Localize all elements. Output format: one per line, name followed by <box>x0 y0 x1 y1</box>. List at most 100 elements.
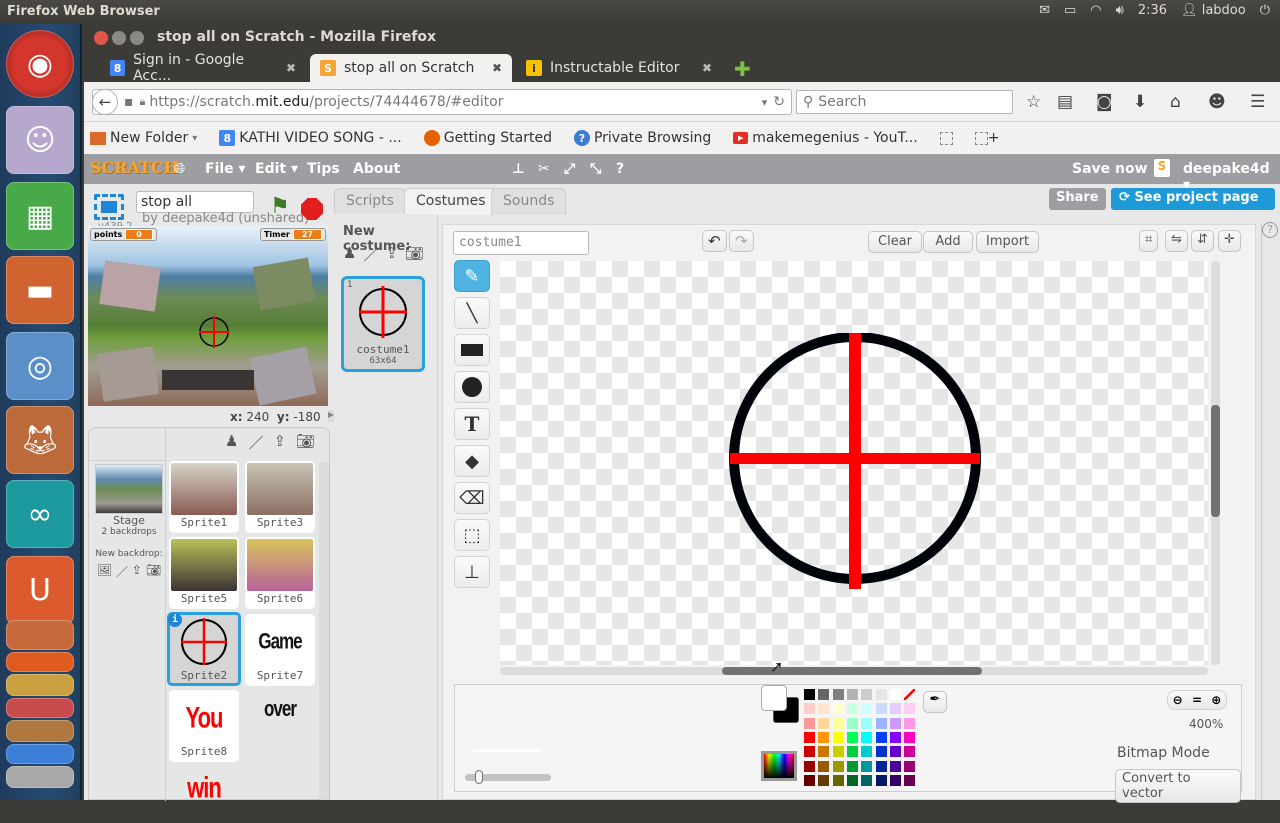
eraser-tool[interactable]: ⌫ <box>454 482 490 514</box>
downloads-icon[interactable]: ⬇ <box>1133 92 1147 112</box>
palette-color-swatch[interactable] <box>832 746 844 758</box>
green-flag-button[interactable]: ⚑ <box>270 194 290 219</box>
project-title-input[interactable]: stop all <box>136 191 254 213</box>
zoom-in-icon[interactable]: ⊕ <box>1211 693 1221 707</box>
palette-color-swatch[interactable] <box>861 703 873 715</box>
palette-color-swatch[interactable] <box>889 746 901 758</box>
palette-color-swatch[interactable] <box>875 774 887 786</box>
tab-sounds[interactable]: Sounds <box>491 188 567 215</box>
palette-color-swatch[interactable] <box>804 689 815 700</box>
new-tab-button[interactable]: ✚ <box>734 57 751 81</box>
upload-backdrop-icon[interactable]: ⇪ <box>132 563 142 580</box>
browser-tab-google[interactable]: 8 Sign in - Google Acc... ✖ <box>100 52 306 84</box>
costume-library-icon[interactable]: ♟ <box>343 244 356 265</box>
palette-color-swatch[interactable] <box>846 760 858 772</box>
flip-horizontal-icon[interactable]: ⇋ <box>1165 230 1188 252</box>
tab-scripts[interactable]: Scripts <box>334 188 406 215</box>
palette-color-swatch[interactable] <box>875 760 887 772</box>
arduino-icon[interactable]: ∞ <box>6 480 74 548</box>
palette-color-swatch[interactable] <box>889 689 901 700</box>
clear-button[interactable]: Clear <box>868 231 922 253</box>
palette-color-swatch[interactable] <box>861 774 873 786</box>
url-bar[interactable]: ← ▪ 🔒︎ https://scratch. mit.edu/projects/… <box>92 89 792 115</box>
wifi-icon[interactable]: ◠ <box>1090 3 1101 18</box>
rectangle-tool[interactable] <box>454 334 490 366</box>
palette-color-swatch[interactable] <box>804 731 815 743</box>
palette-color-swatch[interactable] <box>889 760 901 772</box>
palette-color-swatch[interactable] <box>889 703 901 715</box>
palette-color-swatch[interactable] <box>861 689 873 700</box>
bookmark-new-folder[interactable]: New Folder ▾ <box>90 130 197 146</box>
stamp-tool[interactable]: ⊥ <box>454 556 490 588</box>
help-icon[interactable]: ? <box>616 161 624 177</box>
scratch-logo[interactable]: SCRATCH <box>90 158 179 177</box>
palette-color-swatch[interactable] <box>832 689 844 700</box>
zoom-out-icon[interactable]: ⊖ <box>1173 693 1183 707</box>
pocket-icon[interactable]: ◙ <box>1096 92 1113 112</box>
reading-list-icon[interactable]: ▤ <box>1057 92 1073 112</box>
software-center-icon[interactable] <box>6 652 74 672</box>
terminal-icon[interactable] <box>6 674 74 696</box>
primary-color-swatch[interactable] <box>761 685 787 711</box>
palette-color-swatch[interactable] <box>804 760 815 772</box>
sprite-tile[interactable]: Sprite6 <box>245 537 315 609</box>
help-icon[interactable]: ? <box>1262 222 1278 238</box>
libreoffice-calc-icon[interactable]: ▦ <box>6 182 74 250</box>
color-picker-gradient[interactable] <box>761 751 797 781</box>
tab-costumes[interactable]: Costumes <box>404 188 498 215</box>
close-tab-icon[interactable]: ✖ <box>702 61 712 75</box>
user-avatar[interactable]: S <box>1154 159 1170 177</box>
palette-color-swatch[interactable] <box>818 689 830 700</box>
browser-tab-instructables[interactable]: i Instructable Editor ✖ <box>516 54 722 82</box>
camera-backdrop-icon[interactable]: 📷︎ <box>146 563 161 580</box>
update-manager-icon[interactable] <box>6 720 74 742</box>
palette-color-swatch[interactable] <box>832 760 844 772</box>
window-close-button[interactable] <box>94 31 108 45</box>
flip-vertical-icon[interactable]: ⇵ <box>1191 230 1214 252</box>
bookmark-private-browsing[interactable]: ? Private Browsing <box>573 130 711 146</box>
palette-color-swatch[interactable] <box>846 703 858 715</box>
zoom-reset-icon[interactable]: = <box>1192 693 1202 707</box>
url-dropdown-icon[interactable]: ▾ <box>762 96 768 109</box>
palette-color-swatch[interactable] <box>818 774 830 786</box>
palette-color-swatch[interactable] <box>846 717 858 729</box>
paint-backdrop-icon[interactable]: ／ <box>116 563 128 580</box>
upload-sprite-icon[interactable]: ⇪ <box>273 432 286 453</box>
palette-color-swatch[interactable] <box>832 703 844 715</box>
paint-costume-icon[interactable]: ／ <box>363 244 378 265</box>
set-center-icon[interactable]: ✛ <box>1218 230 1241 252</box>
files-icon[interactable]: ▬ <box>6 256 74 324</box>
empty-bookmark-icon[interactable] <box>939 131 953 145</box>
palette-color-swatch[interactable] <box>818 703 830 715</box>
fill-bucket-tool[interactable]: ◆ <box>454 445 490 477</box>
canvas-vertical-scrollbar[interactable] <box>1211 261 1220 665</box>
timer-monitor[interactable]: Timer 27 <box>259 228 326 241</box>
ubuntu-dash-icon[interactable]: ◉ <box>6 30 74 98</box>
points-monitor[interactable]: points 0 <box>90 228 157 241</box>
ellipse-tool[interactable] <box>454 371 490 403</box>
trash-icon[interactable] <box>6 766 74 788</box>
costume-tile[interactable]: 1 costume1 63x64 <box>341 276 425 372</box>
cheese-webcam-icon[interactable]: ☺ <box>6 106 74 174</box>
fullscreen-button[interactable] <box>94 194 124 220</box>
palette-color-swatch[interactable] <box>804 774 815 786</box>
impress-icon[interactable] <box>6 620 74 650</box>
palette-color-swatch[interactable] <box>818 746 830 758</box>
home-icon[interactable]: ⌂ <box>1170 92 1181 112</box>
palette-color-swatch[interactable] <box>904 774 916 786</box>
palette-color-swatch[interactable] <box>832 774 844 786</box>
brush-tool[interactable]: ✎ <box>454 260 490 292</box>
upload-costume-icon[interactable]: ⇪ <box>385 244 398 265</box>
palette-color-swatch[interactable] <box>875 746 887 758</box>
sprite-library-icon[interactable]: ♟ <box>225 432 238 453</box>
add-bookmark-icon[interactable]: + <box>974 130 999 146</box>
palette-color-swatch[interactable] <box>846 746 858 758</box>
language-globe-icon[interactable]: 🌐︎ <box>174 161 185 177</box>
about-menu[interactable]: About <box>353 161 400 177</box>
system-settings-icon[interactable] <box>6 698 74 718</box>
ubuntu-one-icon[interactable]: U <box>6 556 74 624</box>
clock[interactable]: 2:36 <box>1138 3 1167 18</box>
palette-color-swatch[interactable] <box>904 703 916 715</box>
crop-icon[interactable]: ⌗ <box>1139 230 1159 252</box>
tips-menu[interactable]: Tips <box>307 161 340 177</box>
